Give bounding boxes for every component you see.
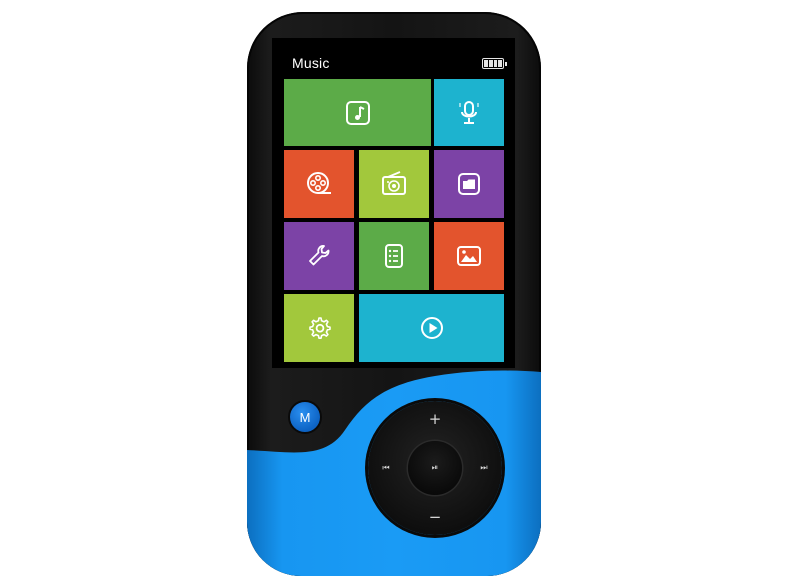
microphone-icon: [459, 100, 479, 124]
tile-folder[interactable]: [434, 150, 504, 218]
battery-icon: [482, 58, 507, 69]
tile-recorder[interactable]: [434, 79, 504, 146]
next-track-button[interactable]: ⏭: [470, 456, 498, 480]
document-list-icon: [385, 244, 403, 268]
tile-ebook[interactable]: [359, 222, 429, 290]
tile-music[interactable]: [284, 79, 431, 146]
radio-icon: [382, 171, 406, 195]
play-pause-button[interactable]: ⏯: [408, 441, 462, 495]
tile-now-playing[interactable]: [359, 294, 504, 362]
control-wheel: + − ⏮ ⏭ ⏯: [368, 401, 502, 535]
tile-photo[interactable]: [434, 222, 504, 290]
menu-button[interactable]: M: [288, 400, 322, 434]
tile-radio[interactable]: [359, 150, 429, 218]
volume-up-button[interactable]: +: [420, 407, 450, 431]
film-reel-icon: [307, 172, 331, 194]
wrench-icon: [309, 245, 330, 266]
previous-track-button[interactable]: ⏮: [372, 456, 400, 480]
volume-down-button[interactable]: −: [420, 505, 450, 529]
music-note-icon: [345, 100, 370, 125]
tile-settings[interactable]: [284, 294, 354, 362]
play-circle-icon: [420, 317, 443, 339]
screen-title: Music: [292, 55, 330, 71]
tile-tools[interactable]: [284, 222, 354, 290]
screen: Music: [272, 38, 515, 368]
picture-icon: [457, 246, 481, 266]
mp3-player-body: Music M + − ⏮ ⏭ ⏯: [247, 12, 541, 576]
tile-video[interactable]: [284, 150, 354, 218]
folder-icon: [458, 173, 480, 195]
gear-icon: [309, 317, 331, 339]
